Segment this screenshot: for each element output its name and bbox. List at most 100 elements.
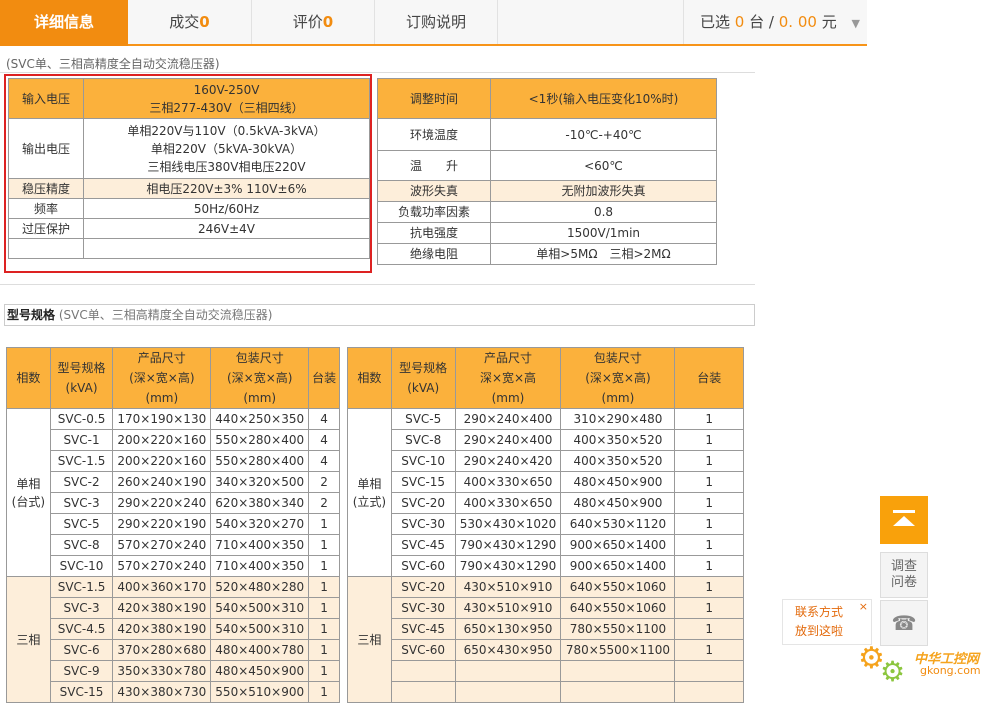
model-row: 三相 SVC-20 430×510×910 640×550×1060 1 [347,576,744,703]
model-header-cell: 台装 [308,347,340,409]
model-cell: 540×500×310 [210,618,310,640]
tab-deals[interactable]: 成交0 [128,0,252,44]
contact-line-2: 放到这啦 [795,624,844,638]
model-cell: SVC-60 [390,639,456,661]
model-cell: 710×400×350 [210,534,310,556]
model-row: 单相 (立式) SVC-5 290×240×400 310×290×480 1 [347,408,744,577]
selected-summary-dropdown[interactable]: 已选 0 台 / 0. 00 元 ▼ [700,0,860,44]
spec-value [83,238,370,259]
model-cell: 570×270×240 [112,534,212,556]
chevron-down-icon[interactable]: ▼ [852,17,860,30]
model-row: SVC-30 530×430×1020 640×530×1120 1 [348,513,744,535]
model-cell: 480×450×900 [560,471,676,493]
model-cell: 570×270×240 [112,555,212,577]
spec-value: 单相>5MΩ 三相>2MΩ [490,243,717,265]
model-row: SVC-1 200×220×160 550×280×400 4 [7,429,340,451]
spec-row: 抗电强度 1500V/1min [377,222,717,244]
tab-order-info-label: 订购说明 [405,13,466,31]
model-cell: 1 [308,660,340,682]
model-table-left: 相数 型号规格 (kVA) 产品尺寸 (深×宽×高) (mm) 包装尺寸 (深×宽×高) (mm… [6,347,340,703]
model-cell [674,681,744,703]
survey-label: 调查 问卷 [890,559,917,590]
spec-value: 单相220V与110V（0.5kVA-3kVA） 单相220V（5kVA-30kV… [83,118,370,179]
tab-reviews-count: 0 [322,13,334,31]
selected-prefix: 已选 [700,13,731,31]
spec-row: 稳压精度 相电压220V±3% 110V±6% [8,178,370,199]
model-row: SVC-6 370×280×680 480×400×780 1 [7,639,340,661]
selected-amount: 0. 00 [778,13,817,31]
model-row [348,681,744,703]
model-cell: 1 [308,555,340,577]
survey-button[interactable]: 调查 问卷 [880,552,928,598]
contact-tooltip: 联系方式 放到这啦 × [782,599,872,645]
model-header-cell: 包装尺寸 (深×宽×高) (mm) [560,347,676,409]
selected-currency: 元 [821,13,837,31]
model-row: SVC-15 430×380×730 550×510×900 1 [7,681,340,703]
model-cell: SVC-6 [49,639,114,661]
model-section-title: 型号规格 [7,308,56,322]
model-row: 三相 SVC-1.5 400×360×170 520×480×280 1 [6,576,340,703]
divider [0,284,755,285]
model-cell: 290×240×400 [454,429,562,451]
model-cell: 1 [674,471,744,493]
tab-details[interactable]: 详细信息 [0,0,128,46]
model-header-cell: 型号规格 (kVA) [390,347,456,409]
tab-order-info[interactable]: 订购说明 [375,0,498,44]
spec-label: 调整时间 [377,78,491,119]
model-cell: 1 [674,555,744,577]
model-cell: SVC-0.5 [49,408,114,430]
model-row: SVC-9 350×330×780 480×450×900 1 [7,660,340,682]
model-cell: 1 [308,639,340,661]
model-cell: 430×510×910 [454,576,562,598]
spec-value: 0.8 [490,201,717,223]
spec-label: 输入电压 [8,78,84,119]
model-cell: SVC-5 [390,408,456,430]
model-cell: 290×220×190 [112,513,212,535]
watermark-logo: ⚙ ⚙ 中华工控网 gkong.com [858,640,988,690]
model-cell: 1 [674,513,744,535]
model-row: SVC-5 290×220×190 540×320×270 1 [7,513,340,535]
spec-table-left: 输入电压 160V-250V 三相277-430V（三相四线） 输出电压 单相220V与… [8,78,370,259]
model-cell: 2 [308,471,340,493]
model-cell: 790×430×1290 [454,534,562,556]
watermark-domain: gkong.com [920,664,981,677]
model-cell [390,681,456,703]
model-row: SVC-2 260×240×190 340×320×500 2 [7,471,340,493]
model-cell: 340×320×500 [210,471,310,493]
model-row: SVC-45 790×430×1290 900×650×1400 1 [348,534,744,556]
model-cell: SVC-1 [49,429,114,451]
model-cell: 640×550×1060 [560,576,676,598]
model-cell: 400×350×520 [560,429,676,451]
model-header-cell: 相数 [347,347,392,409]
model-cell: 400×360×170 [112,576,212,598]
divider [0,72,755,73]
model-cell: 430×510×910 [454,597,562,619]
model-table-right: 相数 型号规格 (kVA) 产品尺寸 深×宽×高 (mm) 包装尺寸 (深×宽×高) (mm) 台… [347,347,744,703]
spec-label: 波形失真 [377,180,491,202]
model-cell: 4 [308,429,340,451]
model-cell: 200×220×160 [112,429,212,451]
close-icon[interactable]: × [859,601,868,613]
model-cell: SVC-15 [49,681,114,703]
tab-reviews[interactable]: 评价0 [252,0,375,44]
model-row: SVC-60 650×430×950 780×5500×1100 1 [348,639,744,661]
model-row: SVC-3 290×220×240 620×380×340 2 [7,492,340,514]
spec-label: 稳压精度 [8,178,84,199]
spec-row: 输出电压 单相220V与110V（0.5kVA-3kVA） 单相220V（5kVA-… [8,118,370,179]
model-cell [390,660,456,682]
selected-sep: / [768,13,774,31]
spec-label: 频率 [8,198,84,219]
model-cell: 1 [308,618,340,640]
model-cell: SVC-45 [390,618,456,640]
back-to-top-button[interactable] [880,496,928,544]
model-row: SVC-60 790×430×1290 900×650×1400 1 [348,555,744,577]
spec-label: 过压保护 [8,218,84,239]
model-cell: 1 [674,597,744,619]
model-cell: SVC-3 [49,492,114,514]
model-cell: SVC-30 [390,513,456,535]
model-row: SVC-1.5 200×220×160 550×280×400 4 [7,450,340,472]
model-cell: 1 [674,618,744,640]
spec-row [8,238,370,259]
product-subtitle: (SVC单、三相高精度全自动交流稳压器) [6,57,220,71]
model-cell: 900×650×1400 [560,555,676,577]
